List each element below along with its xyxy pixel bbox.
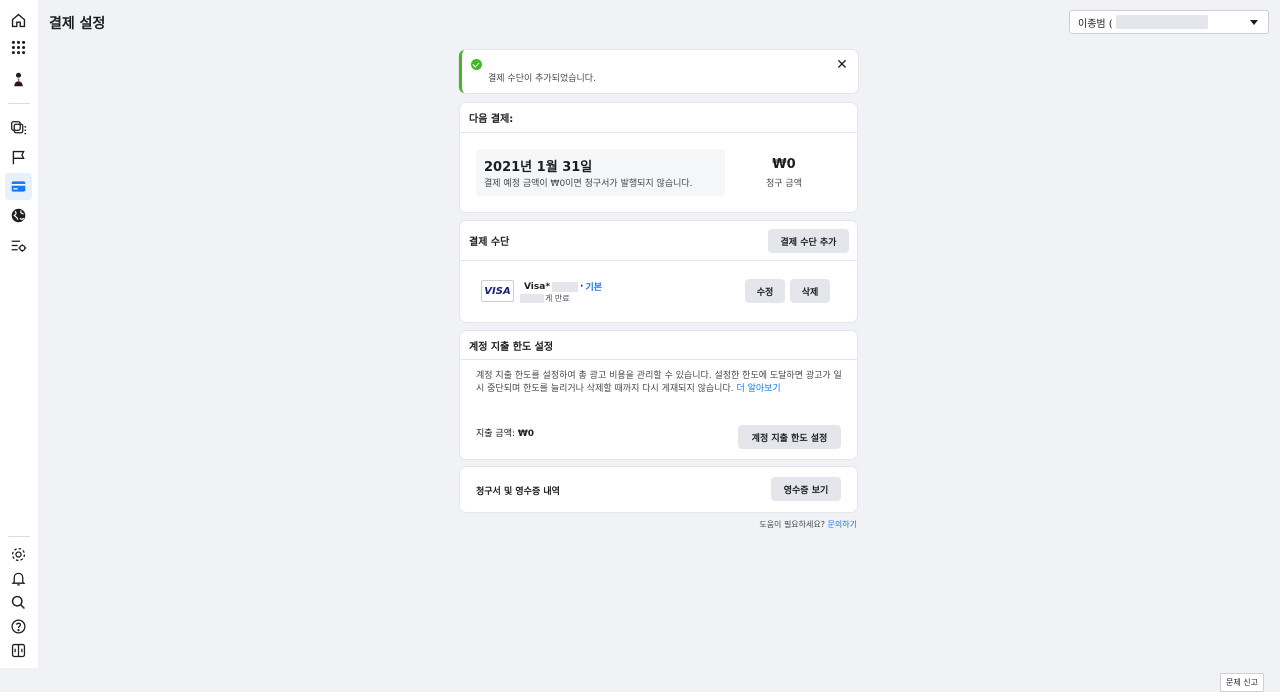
profile-avatar-icon[interactable] (5, 66, 32, 93)
help-icon[interactable] (5, 613, 32, 640)
edit-button[interactable]: 수정 (745, 279, 785, 303)
billed-amount-label: 청구 금액 (766, 179, 802, 189)
delete-button[interactable]: 삭제 (790, 279, 830, 303)
separator-dot: · (580, 281, 584, 292)
ads-manager-icon[interactable] (5, 115, 32, 142)
spending-limit-card: 계정 지출 한도 설정 계정 지출 한도를 설정하여 총 광고 비용을 관리할 … (460, 331, 857, 459)
spending-limit-header: 계정 지출 한도 설정 (460, 331, 857, 360)
card-number: Visa* · 기본 (524, 280, 602, 293)
visa-card-icon: VISA (481, 280, 514, 302)
all-tools-grid-icon[interactable] (5, 34, 32, 61)
help-line: 도움이 필요하세요? 문의하기 (759, 519, 857, 530)
amount-spent-label: 지출 금액: (476, 429, 518, 439)
spending-limit-text: 계정 지출 한도를 설정하여 총 광고 비용을 관리할 수 있습니다. 설정한 … (476, 371, 842, 394)
success-notification: 결제 수단이 추가되었습니다. ✕ (459, 50, 858, 93)
contact-us-link[interactable]: 문의하기 (828, 520, 857, 529)
set-spending-limit-button[interactable]: 계정 지출 한도 설정 (738, 425, 841, 449)
next-payment-date: 2021년 1월 31일 (484, 160, 593, 175)
search-icon[interactable] (5, 589, 32, 616)
card-brand-label: Visa* (524, 281, 551, 292)
view-receipts-button[interactable]: 영수증 보기 (771, 477, 841, 501)
learn-more-link[interactable]: 더 알아보기 (736, 384, 780, 394)
flag-icon[interactable] (5, 144, 32, 171)
invoices-card: 청구서 및 영수증 내역 영수증 보기 (460, 467, 857, 512)
expiry-suffix: 게 만료 (545, 294, 570, 303)
billed-amount: ₩0 (772, 157, 796, 172)
next-payment-header: 다음 결제: (460, 103, 857, 133)
payment-date-box: 2021년 1월 31일 결제 예정 금액이 ₩0이면 청구서가 발행되지 않습… (476, 149, 725, 196)
help-text: 도움이 필요하세요? (759, 520, 828, 529)
payment-methods-card: 결제 수단 결제 수단 추가 VISA Visa* · 기본 게 만료 수정 삭… (460, 221, 857, 322)
check-circle-icon (471, 59, 482, 70)
amount-spent-value: ₩0 (517, 429, 535, 439)
expiry-date-redacted (520, 294, 544, 303)
card-expiry: 게 만료 (520, 293, 570, 304)
next-payment-card: 다음 결제: 2021년 1월 31일 결제 예정 금액이 ₩0이면 청구서가 … (460, 103, 857, 212)
left-navigation-rail (0, 0, 38, 668)
rail-divider (8, 103, 30, 104)
rail-divider (8, 536, 30, 537)
gear-icon[interactable] (5, 541, 32, 568)
notification-message: 결제 수단이 추가되었습니다. (488, 74, 596, 84)
settings-list-icon[interactable] (5, 232, 32, 259)
ad-account-selector[interactable]: 이종범 ( (1069, 10, 1269, 34)
amount-spent: 지출 금액: ₩0 (476, 426, 534, 439)
card-digits-redacted (552, 281, 579, 292)
account-id-redacted (1115, 15, 1208, 29)
account-name: 이종범 ( (1078, 18, 1113, 30)
threshold-note: 결제 예정 금액이 ₩0이면 청구서가 발행되지 않습니다. (484, 179, 693, 189)
close-icon[interactable]: ✕ (835, 58, 849, 72)
invoices-title: 청구서 및 영수증 내역 (476, 487, 560, 497)
chevron-down-icon (1250, 20, 1258, 25)
home-icon[interactable] (5, 7, 32, 34)
add-payment-method-button[interactable]: 결제 수단 추가 (768, 229, 849, 253)
default-badge: 기본 (585, 283, 603, 293)
bell-icon[interactable] (5, 565, 32, 592)
report-problem-button[interactable]: 문제 신고 (1220, 673, 1264, 692)
spending-limit-description: 계정 지출 한도를 설정하여 총 광고 비용을 관리할 수 있습니다. 설정한 … (476, 370, 846, 396)
sidebar-toggle-icon[interactable] (5, 637, 32, 664)
billing-card-icon[interactable] (5, 173, 32, 200)
globe-icon[interactable] (5, 202, 32, 229)
page-title: 결제 설정 (49, 16, 106, 32)
